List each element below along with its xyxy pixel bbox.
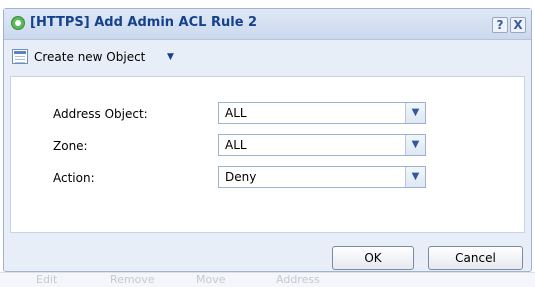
action-label: Action: [53, 171, 95, 185]
cancel-button[interactable]: Cancel [428, 246, 523, 270]
dialog-toolbar: Create new Object ▼ [4, 40, 531, 73]
bg-address-header: Address [276, 273, 320, 286]
chevron-down-icon[interactable]: ▼ [405, 167, 425, 187]
action-select[interactable]: Deny ▼ [218, 166, 426, 188]
chevron-down-icon[interactable]: ▼ [167, 52, 174, 62]
chevron-down-icon[interactable]: ▼ [405, 103, 425, 123]
chevron-down-icon[interactable]: ▼ [405, 135, 425, 155]
zone-select[interactable]: ALL ▼ [218, 134, 426, 156]
ok-button[interactable]: OK [332, 246, 414, 270]
close-button[interactable]: X [510, 17, 526, 33]
add-circle-icon [11, 16, 25, 30]
dialog-title: [HTTPS] Add Admin ACL Rule 2 [30, 15, 258, 30]
add-acl-rule-dialog: [HTTPS] Add Admin ACL Rule 2 ? X Create … [3, 8, 532, 272]
create-new-object-button[interactable]: Create new Object [34, 50, 145, 64]
help-button[interactable]: ? [492, 17, 508, 33]
bg-move-label: Move [196, 273, 226, 286]
create-object-icon [12, 49, 28, 64]
bg-edit-label: Edit [36, 273, 58, 286]
bg-remove-label: Remove [110, 273, 155, 286]
background-toolbar: Edit Remove Move Address [0, 272, 535, 287]
action-value: Deny [225, 170, 257, 184]
address-object-label: Address Object: [53, 107, 148, 121]
rule-form: Address Object: ALL ▼ Zone: ALL ▼ Action… [10, 76, 525, 233]
address-object-select[interactable]: ALL ▼ [218, 102, 426, 124]
dialog-titlebar: [HTTPS] Add Admin ACL Rule 2 ? X [4, 9, 531, 40]
address-object-value: ALL [225, 106, 247, 120]
zone-label: Zone: [53, 139, 88, 153]
zone-value: ALL [225, 138, 247, 152]
